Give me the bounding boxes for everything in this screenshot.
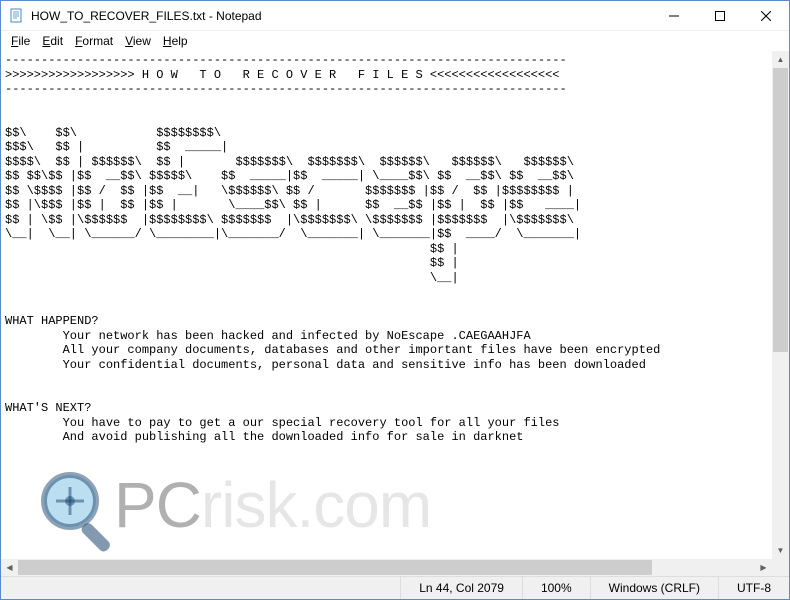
- notepad-icon: [9, 8, 25, 24]
- horizontal-scroll-thumb[interactable]: [18, 560, 652, 575]
- notepad-window: HOW_TO_RECOVER_FILES.txt - Notepad File …: [0, 0, 790, 600]
- scroll-down-arrow-icon[interactable]: ▼: [772, 542, 789, 559]
- status-cursor-position: Ln 44, Col 2079: [400, 577, 522, 599]
- scroll-right-arrow-icon[interactable]: ▶: [755, 559, 772, 576]
- menubar: File Edit Format View Help: [1, 31, 789, 51]
- scroll-left-arrow-icon[interactable]: ◀: [1, 559, 18, 576]
- close-button[interactable]: [743, 1, 789, 31]
- text-area-container: ----------------------------------------…: [1, 51, 789, 576]
- menu-help[interactable]: Help: [157, 33, 194, 49]
- window-controls: [651, 1, 789, 30]
- titlebar[interactable]: HOW_TO_RECOVER_FILES.txt - Notepad: [1, 1, 789, 31]
- statusbar: Ln 44, Col 2079 100% Windows (CRLF) UTF-…: [1, 576, 789, 599]
- minimize-button[interactable]: [651, 1, 697, 31]
- maximize-button[interactable]: [697, 1, 743, 31]
- scroll-up-arrow-icon[interactable]: ▲: [772, 51, 789, 68]
- menu-file[interactable]: File: [5, 33, 36, 49]
- text-area[interactable]: ----------------------------------------…: [1, 51, 789, 447]
- menu-format[interactable]: Format: [69, 33, 119, 49]
- horizontal-scrollbar[interactable]: ◀ ▶: [1, 559, 772, 576]
- vertical-scrollbar[interactable]: ▲ ▼: [772, 51, 789, 559]
- menu-view[interactable]: View: [119, 33, 157, 49]
- status-encoding: UTF-8: [718, 577, 789, 599]
- vertical-scroll-thumb[interactable]: [773, 68, 788, 352]
- horizontal-scroll-track[interactable]: [18, 559, 755, 576]
- scroll-corner: [772, 559, 789, 576]
- window-title: HOW_TO_RECOVER_FILES.txt - Notepad: [31, 9, 651, 23]
- status-line-ending: Windows (CRLF): [590, 577, 718, 599]
- status-zoom: 100%: [522, 577, 590, 599]
- vertical-scroll-track[interactable]: [772, 68, 789, 542]
- menu-edit[interactable]: Edit: [36, 33, 69, 49]
